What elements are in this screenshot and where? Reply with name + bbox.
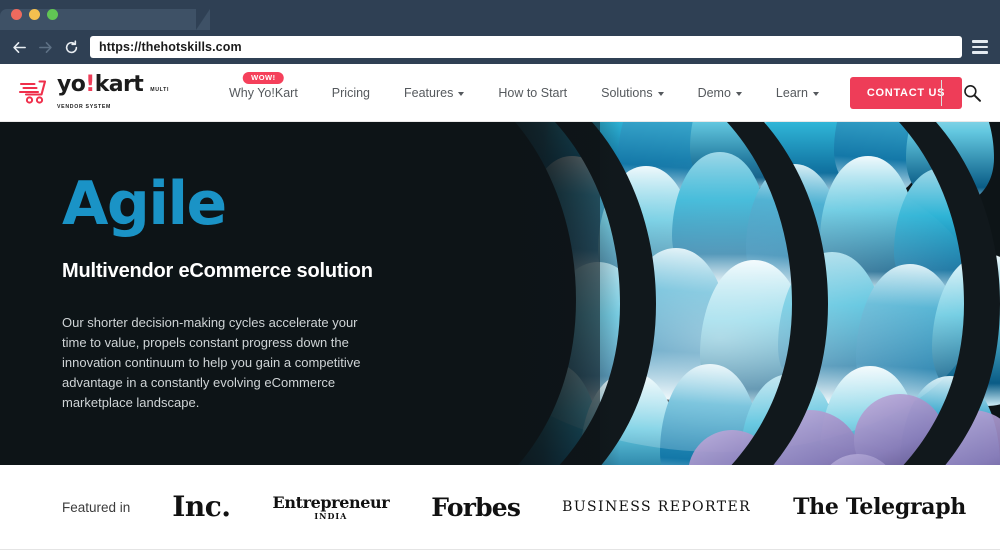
hero-artwork-fade [480,122,620,465]
main-navigation: WOW! Why Yo!Kart Pricing Features How to… [212,71,963,109]
featured-logo-strip: Inc. Entrepreneur INDIA Forbes BUSINESS … [130,493,976,521]
logo-word-a: yo [57,71,86,97]
nav-item-features[interactable]: Features [387,86,481,100]
hero-title: Agile [62,169,227,239]
chevron-down-icon [657,91,664,96]
nav-label: Demo [697,85,731,100]
entrepreneur-india-logo[interactable]: Entrepreneur INDIA [272,492,390,521]
chevron-down-icon [735,91,742,96]
reload-icon[interactable] [58,34,84,60]
entrepreneur-logo-text: Entrepreneur [272,492,390,512]
nav-item-why-yokart[interactable]: WOW! Why Yo!Kart [212,71,315,100]
address-bar[interactable]: https://thehotskills.com [90,36,962,58]
browser-toolbar: https://thehotskills.com [0,30,1000,64]
chevron-down-icon [812,91,819,96]
address-bar-url: https://thehotskills.com [99,40,242,54]
entrepreneur-logo-sub: INDIA [314,510,348,521]
maximize-window-button[interactable] [47,9,58,20]
nav-label: Pricing [331,85,371,100]
hero-section: Agile Multivendor eCommerce solution Our… [0,122,1000,465]
nav-item-learn[interactable]: Learn [759,86,836,100]
nav-label: Learn [775,85,808,100]
nav-label: Features [404,85,454,100]
header-divider [941,79,942,106]
minimize-window-button[interactable] [29,9,40,20]
shopping-cart-icon [18,79,52,106]
nav-item-how-to-start[interactable]: How to Start [481,86,584,100]
hero-body-text: Our shorter decision-making cycles accel… [62,315,361,410]
back-arrow-icon[interactable] [6,34,32,60]
hero-subtitle: Multivendor eCommerce solution [62,260,373,282]
hamburger-menu-icon[interactable] [972,40,988,54]
nav-label: Why Yo!Kart [229,85,298,100]
business-reporter-logo[interactable]: BUSINESS REPORTER [562,500,751,514]
nav-label: Solutions [601,85,653,100]
logo-bang: ! [85,71,95,97]
window-controls[interactable] [11,9,58,20]
nav-label: How to Start [498,85,568,100]
logo-word-b: kart [94,71,144,97]
hero-artwork [480,122,1000,465]
wow-badge: WOW! [243,71,284,84]
site-header: yo!kart MULTI VENDOR SYSTEM WOW! Why Yo!… [0,64,1000,122]
inc-logo[interactable]: Inc. [172,493,231,521]
close-window-button[interactable] [11,9,22,20]
forward-arrow-icon[interactable] [32,34,58,60]
browser-window: https://thehotskills.com yo!kart MULTI V… [0,0,1000,550]
featured-in-section: Featured in Inc. Entrepreneur INDIA Forb… [0,465,1000,550]
browser-chrome: https://thehotskills.com [0,0,1000,64]
logo-wordmark: yo!kart MULTI VENDOR SYSTEM [57,71,178,112]
the-telegraph-logo[interactable]: The Telegraph [793,496,966,518]
search-icon[interactable] [962,83,982,103]
chevron-down-icon [458,91,465,96]
forbes-logo[interactable]: Forbes [431,495,521,520]
site-logo[interactable]: yo!kart MULTI VENDOR SYSTEM [18,71,178,112]
header-right-group [941,79,982,106]
hero-copy: Agile Multivendor eCommerce solution Our… [62,174,462,412]
featured-in-label: Featured in [62,499,131,515]
nav-item-solutions[interactable]: Solutions [584,86,680,100]
tab-strip [0,0,1000,30]
nav-item-pricing[interactable]: Pricing [315,86,387,100]
nav-item-demo[interactable]: Demo [681,86,759,100]
